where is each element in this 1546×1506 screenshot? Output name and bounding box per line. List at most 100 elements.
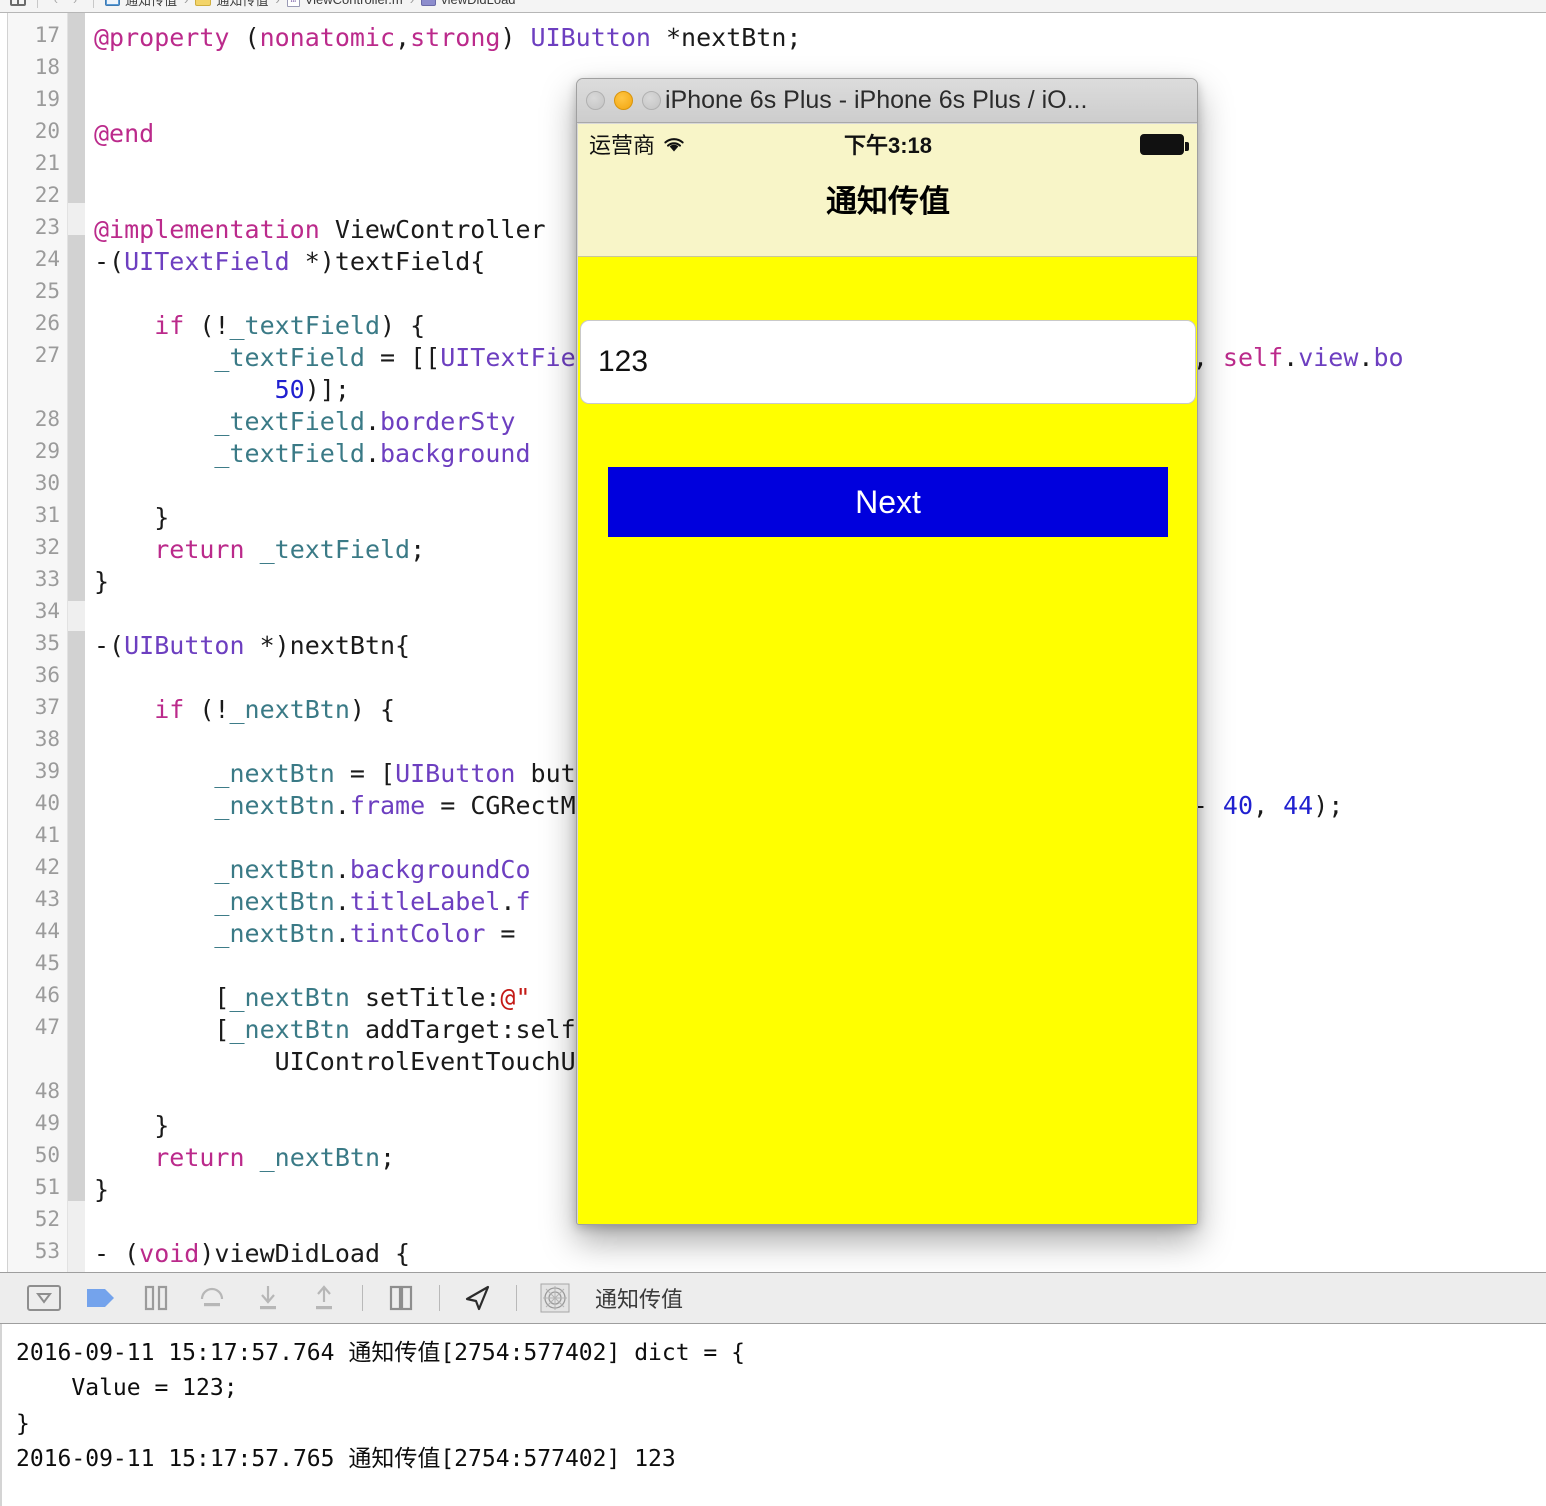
ios-nav-title: 通知传值 [826,184,950,219]
navigate-forward-button[interactable]: › [68,0,82,7]
line-number: 18 [34,55,60,79]
fold-band[interactable] [68,1111,85,1201]
battery-icon [1140,133,1189,155]
code-line[interactable]: -(UIButton *)nextBtn{ [94,631,410,660]
view-hierarchy-icon[interactable] [373,1278,429,1318]
code-token: . [364,407,380,436]
code-token: return [154,1143,245,1172]
code-line[interactable]: - (void)viewDidLoad { [94,1239,410,1268]
hide-debug-area-icon[interactable] [16,1278,72,1318]
code-line[interactable]: -(UITextField *)textField{ [94,247,485,276]
code-token: borderSty [380,407,516,436]
line-number: 47 [34,1015,60,1039]
navigate-back-button[interactable]: ‹ [49,0,63,7]
debug-bar[interactable]: 通知传值 [0,1272,1546,1324]
code-token: _textField [214,343,365,372]
breadcrumb-divider-1 [37,0,38,8]
simulator-titlebar[interactable]: iPhone 6s Plus - iPhone 6s Plus / iO... [577,79,1197,123]
code-token: = [425,791,471,820]
location-simulate-icon[interactable] [450,1278,506,1318]
code-token: UIButton [530,23,651,52]
line-number: 24 [34,247,60,271]
breadcrumb-item-method[interactable]: viewDidLoad [441,0,515,7]
fold-band[interactable] [68,13,85,203]
line-number: 52 [34,1207,60,1231]
process-icon [527,1278,583,1318]
breadcrumb-item-project[interactable]: 通知传值 [125,0,177,9]
line-number: 28 [34,407,60,431]
code-line[interactable]: } [94,1111,169,1140]
console-line: 2016-09-11 15:17:57.764 通知传值[2754:577402… [16,1340,745,1366]
breadcrumb-separator: › [182,0,190,7]
code-line[interactable]: @end [94,119,154,148]
code-line[interactable]: @property (nonatomic,strong) UIButton *n… [94,23,801,52]
breadcrumb: ‹ › 通知传值 › 通知传值 › m ViewController.m › v… [0,0,1546,13]
console-line: } [16,1410,30,1437]
continue-icon[interactable] [72,1278,128,1318]
code-token: _nextBtn [229,1015,350,1044]
ios-simulator-window[interactable]: iPhone 6s Plus - iPhone 6s Plus / iO... … [576,78,1198,1225]
related-items-icon[interactable] [10,0,26,6]
code-line[interactable]: return _nextBtn; [94,1143,395,1172]
code-line[interactable]: } [94,567,109,596]
breadcrumb-item-file[interactable]: ViewController.m [305,0,403,7]
line-number: 41 [34,823,60,847]
code-token: UITextField [124,247,290,276]
line-number: 33 [34,567,60,591]
line-number: 29 [34,439,60,463]
fold-band[interactable] [68,291,85,601]
code-line[interactable]: if (!_textField) { [94,311,425,340]
code-token: . [1283,343,1299,372]
code-token: 44 [1283,791,1314,820]
code-token: bo [1373,343,1404,372]
code-token: } [94,1111,170,1140]
code-token: [ [94,1015,230,1044]
code-line[interactable]: if (!_nextBtn) { [94,695,395,724]
text-input-field[interactable]: 123 [580,320,1196,404]
code-token: = [ [334,759,396,788]
code-token: _nextBtn [259,1143,381,1172]
simulator-screen[interactable]: 运营商 下午3:18 通知传值 123 Next [578,124,1197,1224]
pause-icon[interactable] [128,1278,184,1318]
minimize-button[interactable] [614,91,633,110]
code-line[interactable]: @implementation ViewController [94,215,546,244]
zoom-button[interactable] [642,91,661,110]
code-line[interactable]: } [94,1175,109,1204]
simulator-window-title: iPhone 6s Plus - iPhone 6s Plus / iO... [665,86,1088,114]
code-line[interactable]: _nextBtn.backgroundCo [94,855,530,884]
step-into-icon[interactable] [240,1278,296,1318]
breadcrumb-separator: › [408,0,416,7]
folder-icon [195,0,212,6]
line-number: 26 [34,311,60,335]
fold-band[interactable] [68,631,85,1111]
code-token: [ [94,983,230,1012]
code-folding-ribbon[interactable] [68,13,85,1272]
code-line[interactable]: } [94,503,169,532]
code-token: @implementation [94,215,320,244]
code-token: titleLabel [349,887,501,916]
code-line[interactable]: 50)]; [94,375,350,404]
code-line[interactable]: _textField.borderSty [94,407,515,436]
step-out-icon[interactable] [296,1278,352,1318]
code-line[interactable]: return _textField; [94,535,425,564]
next-button[interactable]: Next [608,467,1168,537]
breadcrumb-item-group[interactable]: 通知传值 [216,0,268,9]
line-number: 36 [34,663,60,687]
close-button[interactable] [586,91,605,110]
code-line[interactable]: _nextBtn.tintColor = [94,919,531,948]
step-over-icon[interactable] [184,1278,240,1318]
console-output[interactable]: 2016-09-11 15:17:57.764 通知传值[2754:577402… [0,1324,1546,1506]
code-line[interactable]: _textField.background [94,439,530,468]
line-number: 40 [34,791,60,815]
